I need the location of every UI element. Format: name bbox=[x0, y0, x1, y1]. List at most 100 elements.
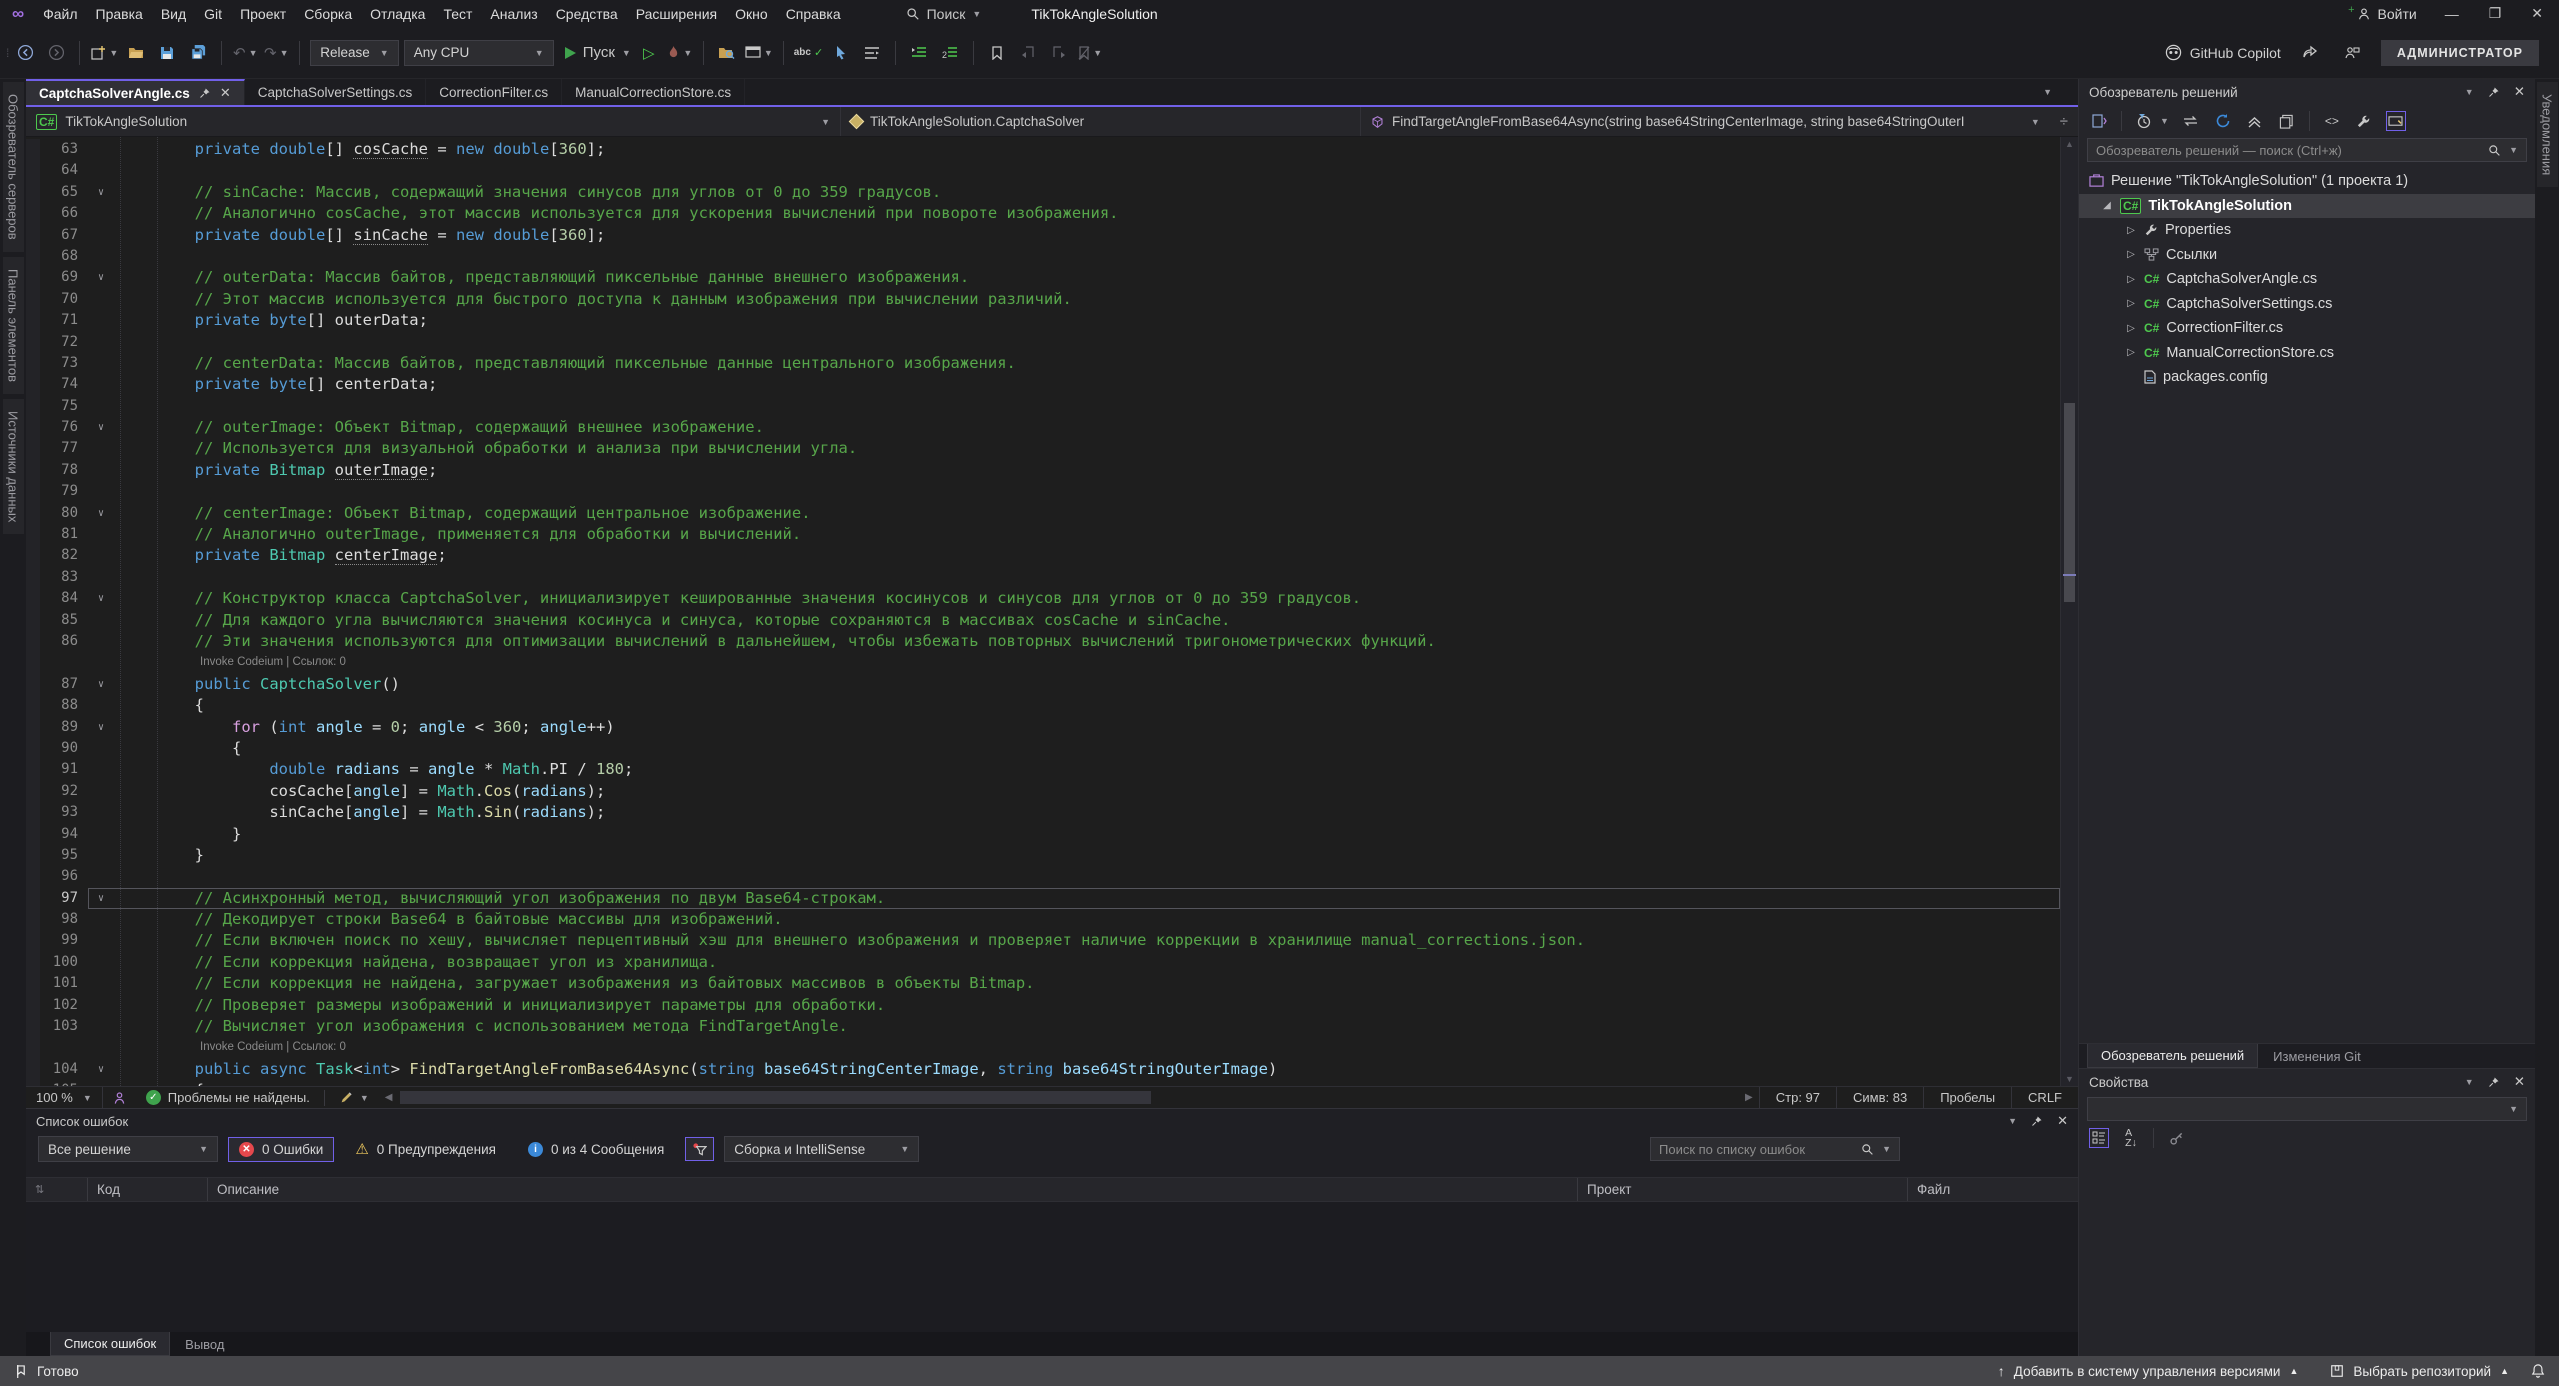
code-line[interactable]: 67 private double[] sinCache = new doubl… bbox=[26, 225, 2060, 246]
pin-icon[interactable] bbox=[2488, 1076, 2500, 1088]
menu-item[interactable]: Средства bbox=[547, 2, 627, 26]
close-panel-icon[interactable]: ✕ bbox=[2514, 1074, 2525, 1090]
breakpoint-margin[interactable] bbox=[26, 182, 40, 203]
save-button[interactable] bbox=[154, 40, 180, 66]
fold-margin[interactable] bbox=[88, 930, 114, 951]
code-line[interactable]: 81 // Аналогично outerImage, применяется… bbox=[26, 524, 2060, 545]
breakpoint-margin[interactable] bbox=[26, 225, 40, 246]
eol-indicator[interactable]: CRLF bbox=[2011, 1087, 2078, 1108]
start-debugging-button[interactable]: Пуск ▼ bbox=[565, 40, 631, 66]
dock-tab[interactable]: Обозреватель серверов bbox=[3, 82, 24, 252]
new-project-button[interactable]: ▼ bbox=[90, 40, 118, 66]
breakpoint-margin[interactable] bbox=[26, 674, 40, 695]
view-code-icon[interactable]: <> bbox=[2322, 111, 2342, 131]
breakpoint-margin[interactable] bbox=[26, 1016, 40, 1037]
intellisense-pointer-button[interactable] bbox=[828, 40, 854, 66]
menu-item[interactable]: Вид bbox=[152, 2, 195, 26]
panel-tab[interactable]: Изменения Git bbox=[2260, 1044, 2374, 1068]
error-list-search-input[interactable]: Поиск по списку ошибок ▼ bbox=[1650, 1137, 1900, 1161]
breakpoint-margin[interactable] bbox=[26, 973, 40, 994]
bell-icon[interactable] bbox=[2531, 1363, 2545, 1379]
fold-margin[interactable]: ∨ bbox=[88, 503, 114, 524]
breakpoint-margin[interactable] bbox=[26, 438, 40, 459]
open-file-button[interactable] bbox=[123, 40, 149, 66]
breakpoint-margin[interactable] bbox=[26, 845, 40, 866]
code-line[interactable]: 73 // centerData: Массив байтов, предста… bbox=[26, 353, 2060, 374]
code-line[interactable]: 71 private byte[] outerData; bbox=[26, 310, 2060, 331]
code-line[interactable]: 99 // Если включен поиск по хешу, вычисл… bbox=[26, 930, 2060, 951]
preview-selected-items-icon[interactable] bbox=[2386, 111, 2406, 131]
tree-expander-icon[interactable]: ◢ bbox=[2101, 200, 2113, 211]
menu-item[interactable]: Правка bbox=[87, 2, 152, 26]
breakpoint-margin[interactable] bbox=[26, 503, 40, 524]
spell-check-button[interactable]: abc✓ bbox=[794, 40, 823, 66]
navigate-forward-button[interactable] bbox=[43, 40, 69, 66]
error-source-dropdown[interactable]: Сборка и IntelliSense ▼ bbox=[724, 1136, 919, 1162]
code-line[interactable]: 64 bbox=[26, 160, 2060, 181]
code-line[interactable]: 91 double radians = angle * Math.PI / 18… bbox=[26, 759, 2060, 780]
undo-button[interactable]: ↶▼ bbox=[232, 40, 258, 66]
previous-bookmark-button[interactable] bbox=[1015, 40, 1041, 66]
breakpoint-margin[interactable] bbox=[26, 866, 40, 887]
fold-margin[interactable] bbox=[88, 995, 114, 1016]
tab-list-chevron-icon[interactable]: ▼ bbox=[2043, 87, 2052, 97]
filter-chevron-icon[interactable]: ▼ bbox=[2160, 116, 2169, 126]
fold-margin[interactable] bbox=[88, 695, 114, 716]
breakpoint-margin[interactable] bbox=[26, 417, 40, 438]
column-header[interactable]: Проект bbox=[1578, 1178, 1908, 1201]
fold-margin[interactable]: ∨ bbox=[88, 417, 114, 438]
scrollbar-down-icon[interactable]: ▼ bbox=[2061, 1074, 2078, 1084]
github-copilot-button[interactable]: GitHub Copilot bbox=[2165, 44, 2281, 61]
fold-margin[interactable]: ∨ bbox=[88, 888, 114, 909]
extension-status-icon[interactable] bbox=[103, 1087, 136, 1108]
global-search-button[interactable]: Поиск ▼ bbox=[896, 4, 992, 24]
fold-margin[interactable] bbox=[88, 160, 114, 181]
breakpoint-margin[interactable] bbox=[26, 695, 40, 716]
next-bookmark-button[interactable] bbox=[1046, 40, 1072, 66]
breakpoint-margin[interactable] bbox=[26, 353, 40, 374]
breakpoint-margin[interactable] bbox=[26, 1037, 40, 1058]
fold-margin[interactable] bbox=[88, 332, 114, 353]
code-line[interactable]: 86 // Эти значения используются для опти… bbox=[26, 631, 2060, 652]
code-line[interactable]: 103 // Вычисляет угол изображения с испо… bbox=[26, 1016, 2060, 1037]
breakpoint-margin[interactable] bbox=[26, 888, 40, 909]
tree-item[interactable]: packages.config bbox=[2079, 365, 2535, 390]
feedback-icon[interactable] bbox=[2339, 40, 2365, 66]
window-position-chevron-icon[interactable]: ▼ bbox=[2465, 1077, 2474, 1087]
pin-icon[interactable] bbox=[2031, 1115, 2043, 1127]
fold-margin[interactable] bbox=[88, 973, 114, 994]
breakpoint-margin[interactable] bbox=[26, 759, 40, 780]
show-all-files-icon[interactable] bbox=[2277, 111, 2297, 131]
breakpoint-margin[interactable] bbox=[26, 930, 40, 951]
breakpoint-margin[interactable] bbox=[26, 310, 40, 331]
code-line[interactable]: 100 // Если коррекция найдена, возвращае… bbox=[26, 952, 2060, 973]
solution-configuration-dropdown[interactable]: Release ▼ bbox=[310, 40, 398, 66]
preview-window-button[interactable]: ▼ bbox=[745, 40, 773, 66]
fold-margin[interactable]: ∨ bbox=[88, 267, 114, 288]
navigate-indent-button[interactable] bbox=[859, 40, 885, 66]
dock-tab[interactable]: Панель элементов bbox=[3, 257, 24, 394]
breakpoint-margin[interactable] bbox=[26, 588, 40, 609]
breakpoint-margin[interactable] bbox=[26, 610, 40, 631]
save-all-button[interactable] bbox=[185, 40, 211, 66]
breakpoint-margin[interactable] bbox=[26, 824, 40, 845]
code-line[interactable]: 83 bbox=[26, 567, 2060, 588]
breakpoint-margin[interactable] bbox=[26, 396, 40, 417]
project-dropdown[interactable]: C# TikTokAngleSolution ▼ bbox=[26, 107, 841, 136]
close-tab-icon[interactable]: ✕ bbox=[220, 85, 231, 101]
code-line[interactable]: 63 private double[] cosCache = new doubl… bbox=[26, 139, 2060, 160]
fold-margin[interactable] bbox=[88, 139, 114, 160]
code-line[interactable]: 84∨ // Конструктор класса CaptchaSolver,… bbox=[26, 588, 2060, 609]
member-dropdown[interactable]: FindTargetAngleFromBase64Async(string ba… bbox=[1361, 107, 2050, 136]
fold-margin[interactable] bbox=[88, 289, 114, 310]
code-line[interactable]: 76∨ // outerImage: Объект Bitmap, содерж… bbox=[26, 417, 2060, 438]
tree-item[interactable]: ▷C#ManualCorrectionStore.cs bbox=[2079, 341, 2535, 366]
breakpoint-margin[interactable] bbox=[26, 139, 40, 160]
codelens-text[interactable]: Invoke Codeium | Ссылок: 0 bbox=[114, 1037, 346, 1058]
breakpoint-margin[interactable] bbox=[26, 717, 40, 738]
warnings-filter-button[interactable]: ⚠ 0 Предупреждения bbox=[344, 1135, 507, 1163]
navigate-back-button[interactable] bbox=[12, 40, 38, 66]
document-tab[interactable]: ManualCorrectionStore.cs bbox=[562, 79, 745, 105]
solution-platform-dropdown[interactable]: Any CPU ▼ bbox=[404, 40, 554, 66]
code-line[interactable]: 96 bbox=[26, 866, 2060, 887]
